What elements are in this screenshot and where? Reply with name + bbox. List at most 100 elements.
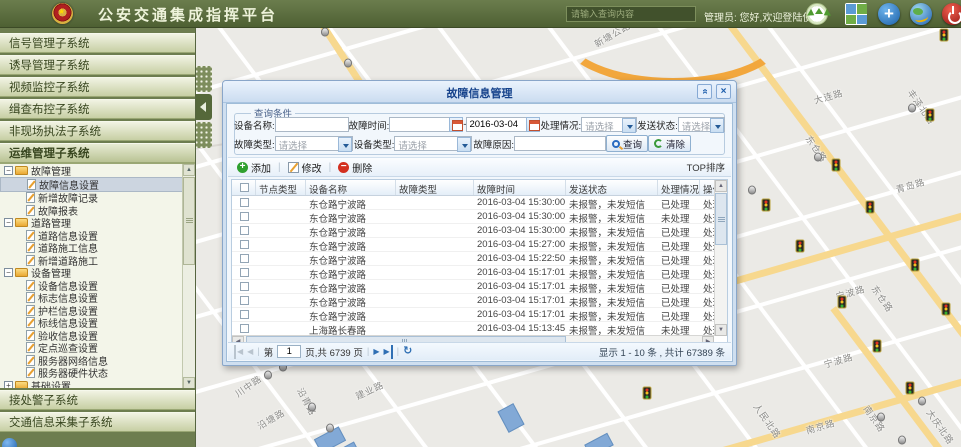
table-row[interactable]: 东仓路宁波路2016-03-04 15:17:01未报警，未发短信已处理处理 <box>232 266 727 280</box>
scroll-down-icon[interactable]: ▼ <box>715 324 727 336</box>
top-sort-button[interactable]: TOP排序 <box>687 160 725 174</box>
checkbox-icon[interactable] <box>240 226 249 235</box>
sidebar-panel[interactable]: 缉查布控子系统 <box>0 99 195 119</box>
checkbox-icon[interactable] <box>240 183 249 192</box>
traffic-light-icon[interactable] <box>911 259 920 272</box>
scroll-thumb[interactable] <box>183 177 195 265</box>
traffic-light-icon[interactable] <box>796 240 805 253</box>
camera-icon[interactable] <box>344 59 352 68</box>
fault-reason-input[interactable] <box>514 136 606 151</box>
tree-item[interactable]: 故障报表 <box>0 204 195 217</box>
send-status-select[interactable]: 请选择 <box>678 117 726 132</box>
column-header[interactable]: 设备名称 <box>306 180 396 195</box>
sidebar-panel[interactable]: 接处警子系统 <box>0 390 195 410</box>
tree-item[interactable]: 故障信息设置 <box>0 177 195 192</box>
device-type-select[interactable]: 请选择 <box>394 136 472 151</box>
checkbox-icon[interactable] <box>240 296 249 305</box>
traffic-light-icon[interactable] <box>762 199 771 212</box>
camera-icon[interactable] <box>898 436 906 445</box>
sidebar-panel[interactable]: 交通信息采集子系统 <box>0 412 195 432</box>
collapse-arrow-icon[interactable] <box>196 94 212 120</box>
traffic-light-icon[interactable] <box>906 382 915 395</box>
camera-icon[interactable] <box>748 186 756 195</box>
camera-icon[interactable] <box>321 28 329 37</box>
edit-record-button[interactable]: 修改 <box>285 159 325 176</box>
page-number-input[interactable] <box>277 345 301 358</box>
scroll-thumb[interactable] <box>715 193 727 245</box>
table-row[interactable]: 东仓路宁波路2016-03-04 15:27:00未报警，未发短信已处理处理 <box>232 238 727 252</box>
table-row[interactable]: 东仓路宁波路2016-03-04 15:30:00未报警，未发短信未处理处理 <box>232 210 727 224</box>
add-icon[interactable] <box>878 3 900 25</box>
traffic-light-icon[interactable] <box>866 201 875 214</box>
table-row[interactable]: 上海路长春路2016-03-04 15:13:45未报警，未发短信未处理处理 <box>232 322 727 336</box>
checkbox-icon[interactable] <box>240 282 249 291</box>
sidebar-panel[interactable]: 诱导管理子系统 <box>0 55 195 75</box>
camera-icon[interactable] <box>908 104 916 113</box>
camera-icon[interactable] <box>308 403 316 412</box>
prev-page-button[interactable]: ◀ <box>247 345 253 359</box>
traffic-light-icon[interactable] <box>873 340 882 353</box>
table-row[interactable]: 东仓路宁波路2016-03-04 15:30:00未报警，未发短信已处理处理 <box>232 224 727 238</box>
delete-record-button[interactable]: − 删除 <box>335 159 375 176</box>
header-search-input[interactable] <box>566 6 696 22</box>
collapse-toggle-icon[interactable]: − <box>4 268 13 277</box>
scroll-down-icon[interactable]: ▼ <box>183 377 195 388</box>
traffic-light-icon[interactable] <box>940 29 949 42</box>
device-name-input[interactable] <box>275 117 349 132</box>
tree-item[interactable]: 服务器硬件状态 <box>0 367 195 380</box>
table-row[interactable]: 东仓路宁波路2016-03-04 15:22:50未报警，未发短信已处理处理 <box>232 252 727 266</box>
collapse-toggle-icon[interactable]: − <box>4 166 13 175</box>
clear-button[interactable]: 清除 <box>648 135 691 152</box>
traffic-light-icon[interactable] <box>643 387 652 400</box>
dialog-titlebar[interactable]: 故障信息管理 » × <box>223 81 736 103</box>
camera-icon[interactable] <box>814 153 822 162</box>
camera-icon[interactable] <box>877 413 885 422</box>
expand-toggle-icon[interactable]: + <box>4 381 13 388</box>
tree-item[interactable]: −故障管理 <box>0 164 195 177</box>
tree-scrollbar[interactable]: ▲ ▼ <box>182 164 195 388</box>
column-header[interactable]: 节点类型 <box>256 180 306 195</box>
recycle-icon[interactable] <box>806 3 828 25</box>
table-row[interactable]: 东仓路宁波路2016-03-04 15:17:01未报警，未发短信已处理处理 <box>232 294 727 308</box>
column-header[interactable]: 发送状态 <box>566 180 658 195</box>
vertical-scrollbar[interactable]: ▲ ▼ <box>714 180 727 336</box>
column-header[interactable]: 处理情况 <box>658 180 700 195</box>
sidebar-panel[interactable]: 信号管理子系统 <box>0 33 195 53</box>
search-button[interactable]: 查询 <box>606 135 648 152</box>
table-row[interactable]: 东仓路宁波路2016-03-04 15:17:01未报警，未发短信已处理处理 <box>232 308 727 322</box>
tree-item[interactable]: 新增道路施工 <box>0 254 195 267</box>
camera-icon[interactable] <box>264 371 272 380</box>
fault-time-to-input[interactable] <box>466 117 526 132</box>
handle-status-select[interactable]: 请选择 <box>581 117 637 132</box>
tree-item[interactable]: +基础设置 <box>0 379 195 388</box>
column-header[interactable]: 故障时间 <box>474 180 566 195</box>
last-page-button[interactable]: ▶ <box>383 345 392 359</box>
traffic-light-icon[interactable] <box>832 159 841 172</box>
checkbox-icon[interactable] <box>240 324 249 333</box>
scroll-up-icon[interactable]: ▲ <box>715 180 727 192</box>
camera-icon[interactable] <box>326 424 334 433</box>
add-record-button[interactable]: + 添加 <box>234 159 274 176</box>
collapse-dialog-icon[interactable]: » <box>697 84 712 99</box>
sidebar-panel[interactable]: 非现场执法子系统 <box>0 121 195 141</box>
next-page-button[interactable]: ▶ <box>373 345 379 359</box>
layout-grid-icon[interactable] <box>845 3 867 25</box>
checkbox-icon[interactable] <box>240 254 249 263</box>
traffic-light-icon[interactable] <box>926 109 935 122</box>
sidebar-panel[interactable]: 运维管理子系统 <box>0 143 195 163</box>
tree-item[interactable]: 新增故障记录 <box>0 192 195 205</box>
traffic-light-icon[interactable] <box>838 296 847 309</box>
bottom-left-icon[interactable] <box>2 438 17 447</box>
checkbox-icon[interactable] <box>240 310 249 319</box>
sidebar-panel[interactable]: 视频监控子系统 <box>0 77 195 97</box>
first-page-button[interactable]: ◀ <box>234 345 243 359</box>
calendar-icon[interactable] <box>449 117 463 132</box>
fault-type-select[interactable]: 请选择 <box>275 136 353 151</box>
scroll-up-icon[interactable]: ▲ <box>183 164 195 176</box>
checkbox-icon[interactable] <box>240 198 249 207</box>
checkbox-icon[interactable] <box>240 212 249 221</box>
camera-icon[interactable] <box>918 397 926 406</box>
collapse-toggle-icon[interactable]: − <box>4 218 13 227</box>
fault-time-from-input[interactable] <box>389 117 449 132</box>
checkbox-icon[interactable] <box>240 240 249 249</box>
